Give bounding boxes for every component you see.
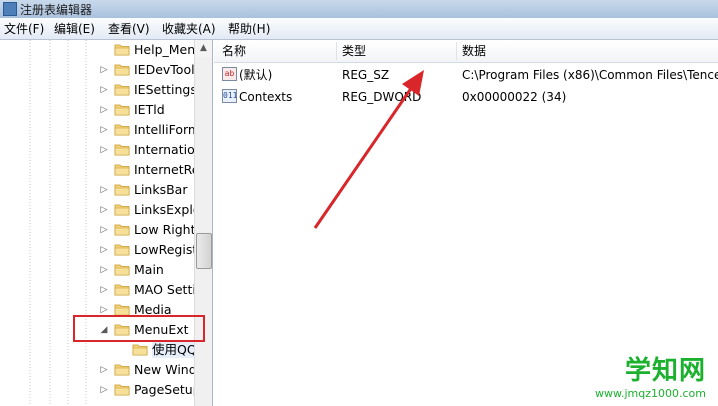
column-header-type[interactable]: 类型	[342, 44, 366, 58]
expand-toggle-icon[interactable]: ▷	[100, 105, 108, 115]
list-header: 名称 类型 数据	[214, 40, 718, 63]
expand-toggle-icon[interactable]: ▷	[100, 85, 108, 95]
tree-node-label: LinksBar	[134, 182, 188, 197]
value-type: REG_DWORD	[342, 90, 422, 104]
tree-scrollbar[interactable]: ▲	[194, 40, 212, 406]
window-title: 注册表编辑器	[20, 3, 93, 17]
folder-icon	[114, 224, 130, 236]
expand-toggle-icon[interactable]: ▷	[100, 185, 108, 195]
expand-toggle-icon[interactable]: ▷	[100, 285, 108, 295]
column-header-data[interactable]: 数据	[462, 44, 486, 58]
folder-icon	[114, 124, 130, 136]
column-divider[interactable]	[336, 42, 337, 60]
expand-toggle-icon[interactable]: ▷	[100, 225, 108, 235]
watermark-logo-text: 学知网	[624, 356, 706, 386]
tree-node[interactable]: ▷ PageSetup	[100, 380, 198, 400]
menu-bar: 文件(F) 编辑(E) 查看(V) 收藏夹(A) 帮助(H)	[0, 18, 718, 40]
tree-node[interactable]: ▷ Low Rights	[100, 220, 198, 240]
folder-icon	[114, 364, 130, 376]
folder-icon	[114, 84, 130, 96]
folder-icon	[114, 384, 130, 396]
tree-node[interactable]: ▷ International	[100, 140, 198, 160]
expand-toggle-icon[interactable]: ▷	[100, 365, 108, 375]
menu-favorites[interactable]: 收藏夹(A)	[160, 21, 218, 37]
folder-icon	[114, 144, 130, 156]
scrollbar-thumb[interactable]	[196, 233, 212, 269]
tree-node[interactable]: InternetRegistry	[100, 160, 198, 180]
tree-node[interactable]: ▷ IEDevTools	[100, 60, 198, 80]
string-value-icon: ab	[222, 67, 237, 81]
expand-toggle-icon[interactable]: ▷	[100, 125, 108, 135]
menu-help[interactable]: 帮助(H)	[226, 21, 272, 37]
menu-view[interactable]: 查看(V)	[106, 21, 152, 37]
folder-icon	[132, 344, 148, 356]
tree-node-label: IntelliForms	[134, 122, 194, 137]
expand-toggle-icon[interactable]	[118, 345, 126, 355]
dword-value-icon: 011	[222, 89, 237, 103]
tree-node-label: Low Rights	[134, 222, 194, 237]
tree-node[interactable]: ▷ IESettings	[100, 80, 198, 100]
scroll-up-arrow-icon[interactable]: ▲	[195, 40, 212, 57]
folder-icon	[114, 104, 130, 116]
tree-node[interactable]: ▷ LinksBar	[100, 180, 198, 200]
folder-icon	[114, 264, 130, 276]
tree-node[interactable]: ▷ LowRegistry	[100, 240, 198, 260]
tree-node-label: MAO Settings	[134, 282, 194, 297]
tree-node[interactable]: ▷ IETld	[100, 100, 198, 120]
tree-node[interactable]: ▷ LinksExplorer	[100, 200, 198, 220]
menu-edit[interactable]: 编辑(E)	[52, 21, 97, 37]
folder-icon	[114, 284, 130, 296]
folder-icon	[114, 64, 130, 76]
site-watermark: 学知网 www.jmqz1000.com	[595, 350, 706, 400]
expand-toggle-icon[interactable]: ▷	[100, 265, 108, 275]
value-name: (默认)	[239, 68, 273, 82]
menu-file[interactable]: 文件(F)	[2, 21, 46, 37]
expand-toggle-icon[interactable]: ▷	[100, 205, 108, 215]
expand-toggle-icon[interactable]: ▷	[100, 65, 108, 75]
folder-icon	[114, 244, 130, 256]
tree-node[interactable]: ▷ Main	[100, 260, 198, 280]
value-data: C:\Program Files (x86)\Common Files\Tenc…	[462, 68, 718, 82]
value-type: REG_SZ	[342, 68, 390, 82]
tree-node-label: International	[134, 142, 194, 157]
folder-icon	[114, 44, 130, 56]
tree-node-label: PageSetup	[134, 382, 194, 397]
expand-toggle-icon[interactable]	[100, 45, 108, 55]
expand-toggle-icon[interactable]: ▷	[100, 305, 108, 315]
watermark-url: www.jmqz1000.com	[595, 387, 706, 400]
tree-node[interactable]: ▷ MAO Settings	[100, 280, 198, 300]
folder-icon	[114, 184, 130, 196]
registry-key-tree[interactable]: Help_Menu ▷ IEDevTools ▷ IESettings ▷ IETld ▷ In…	[0, 40, 213, 406]
tree-node-label: Main	[134, 262, 164, 277]
column-header-name[interactable]: 名称	[222, 44, 246, 58]
folder-icon	[114, 204, 130, 216]
value-row[interactable]: ab (默认) REG_SZ C:\Program Files (x86)\Co…	[214, 65, 718, 85]
tree-node-label: InternetRegistry	[134, 162, 194, 177]
title-bar: 注册表编辑器	[0, 0, 718, 19]
value-name: Contexts	[239, 90, 293, 104]
folder-icon	[114, 164, 130, 176]
tree-node-label: IEDevTools	[134, 62, 194, 77]
tree-node[interactable]: ▷ New Windows	[100, 360, 198, 380]
tree-node-label: Help_Menu	[134, 42, 194, 57]
tree-node[interactable]: ▷ IntelliForms	[100, 120, 198, 140]
regedit-app-icon	[3, 2, 17, 16]
value-row[interactable]: 011 Contexts REG_DWORD 0x00000022 (34)	[214, 87, 718, 107]
tree-node-label: LowRegistry	[134, 242, 194, 257]
tree-node-label: IESettings	[134, 82, 194, 97]
menuext-highlight-box	[73, 315, 205, 342]
column-divider[interactable]	[456, 42, 457, 60]
value-data: 0x00000022 (34)	[462, 90, 567, 104]
tree-node-label: IETld	[134, 102, 165, 117]
expand-toggle-icon[interactable]: ▷	[100, 245, 108, 255]
tree-node[interactable]: Help_Menu	[100, 40, 198, 60]
expand-toggle-icon[interactable]: ▷	[100, 145, 108, 155]
expand-toggle-icon[interactable]	[100, 165, 108, 175]
tree-node-label: New Windows	[134, 362, 194, 377]
expand-toggle-icon[interactable]: ▷	[100, 385, 108, 395]
tree-node-label: LinksExplorer	[134, 202, 194, 217]
